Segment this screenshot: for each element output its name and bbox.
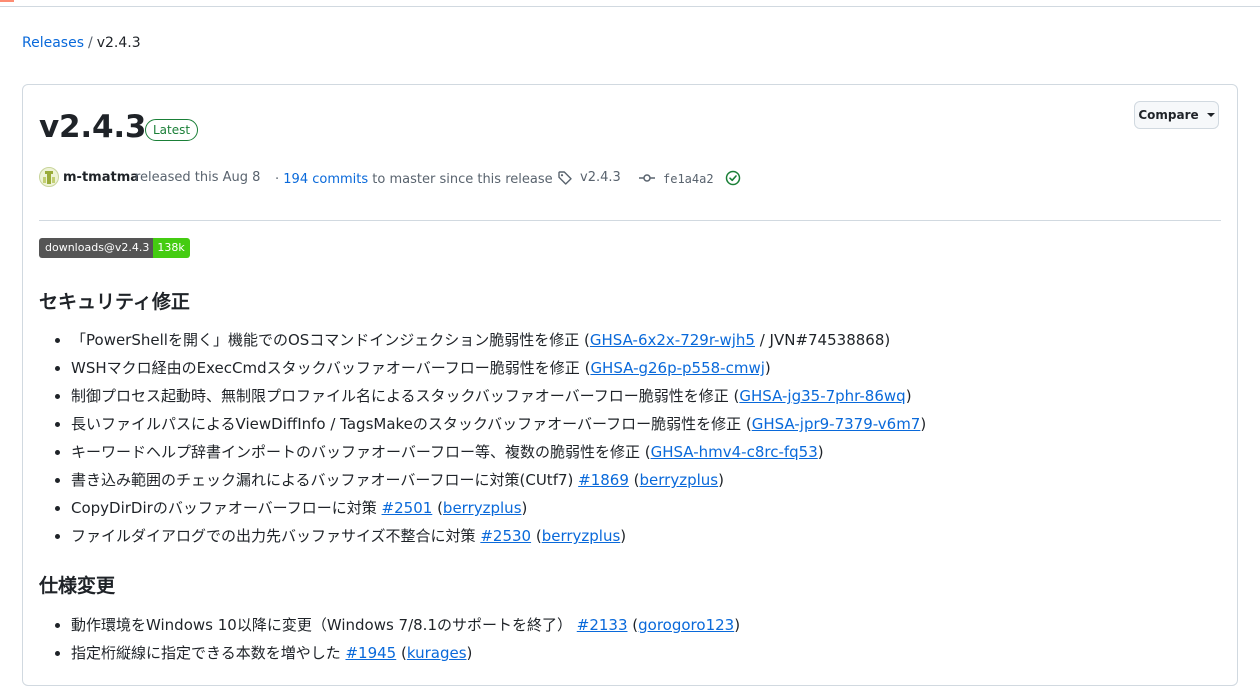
- release-card: v2.4.3 Latest Compare m-tmatma released …: [22, 84, 1238, 686]
- item-text-mid: (: [432, 499, 443, 517]
- divider: [39, 220, 1221, 221]
- item-text-after: ): [466, 644, 473, 662]
- item-text: 「PowerShellを開く」機能でのOSコマンドインジェクション脆弱性を修正 …: [71, 331, 590, 349]
- downloads-badge[interactable]: downloads@v2.4.3 138k: [39, 238, 190, 258]
- item-text: 動作環境をWindows 10以降に変更（Windows 7/8.1のサポートを…: [71, 616, 577, 634]
- latest-badge: Latest: [145, 119, 199, 141]
- check-circle-icon[interactable]: [725, 170, 741, 194]
- pull-request-link[interactable]: #2530: [480, 527, 531, 545]
- item-text-after: ): [734, 616, 741, 634]
- user-link[interactable]: berryzplus: [542, 527, 621, 545]
- author-link[interactable]: m-tmatma: [63, 167, 139, 189]
- pull-request-link[interactable]: #2501: [382, 499, 433, 517]
- list-item: 制御プロセス起動時、無制限プロファイル名によるスタックバッファオーバーフロー脆弱…: [71, 382, 926, 410]
- item-text-mid: (: [396, 644, 407, 662]
- commit-sha-link[interactable]: fe1a4a2: [663, 168, 714, 190]
- item-text: 制御プロセス起動時、無制限プロファイル名によるスタックバッファオーバーフロー脆弱…: [71, 387, 740, 405]
- tag-icon: [557, 170, 573, 194]
- list-item: WSHマクロ経由のExecCmdスタックバッファオーバーフロー脆弱性を修正 (G…: [71, 354, 926, 382]
- user-link[interactable]: kurages: [407, 644, 467, 662]
- breadcrumb-separator: /: [88, 35, 93, 51]
- advisory-link[interactable]: GHSA-jpr9-7379-v6m7: [752, 415, 921, 433]
- pull-request-link[interactable]: #1945: [345, 644, 396, 662]
- item-text: WSHマクロ経由のExecCmdスタックバッファオーバーフロー脆弱性を修正 (: [71, 359, 591, 377]
- breadcrumb: Releases / v2.4.3: [22, 34, 141, 52]
- item-text-mid: (: [628, 471, 640, 489]
- user-link[interactable]: berryzplus: [443, 499, 522, 517]
- commits-since-release: · 194 commits to master since this relea…: [275, 169, 553, 191]
- user-link[interactable]: berryzplus: [640, 471, 719, 489]
- release-meta: m-tmatma released this Aug 8 · 194 commi…: [39, 167, 1219, 191]
- item-text-mid: (: [627, 616, 639, 634]
- item-text: キーワードヘルプ辞書インポートのバッファオーバーフロー等、複数の脆弱性を修正 (: [71, 443, 651, 461]
- list-item: 書き込み範囲のチェック漏れによるバッファオーバーフローに対策(CUtf7) #1…: [71, 466, 926, 494]
- git-commit-icon: [639, 170, 655, 194]
- pull-request-link[interactable]: #2133: [577, 616, 628, 634]
- item-text-after: ): [620, 527, 627, 545]
- item-text: CopyDirDirのバッファオーバーフローに対策: [71, 499, 382, 517]
- list-item: CopyDirDirのバッファオーバーフローに対策 #2501 (berryzp…: [71, 494, 926, 522]
- commits-link[interactable]: 194 commits: [283, 172, 368, 187]
- spec-change-list: 動作環境をWindows 10以降に変更（Windows 7/8.1のサポートを…: [53, 611, 740, 667]
- avatar-image: [43, 171, 55, 184]
- list-item: 動作環境をWindows 10以降に変更（Windows 7/8.1のサポートを…: [71, 611, 740, 639]
- breadcrumb-current: v2.4.3: [96, 35, 141, 51]
- triangle-down-icon: [1206, 113, 1215, 117]
- item-text-after: / JVN#74538868): [754, 331, 891, 349]
- security-fix-list: 「PowerShellを開く」機能でのOSコマンドインジェクション脆弱性を修正 …: [53, 326, 926, 550]
- list-item: 指定桁縦線に指定できる本数を増やした #1945 (kurages): [71, 639, 740, 667]
- list-item: ファイルダイアログでの出力先バッファサイズ不整合に対策 #2530 (berry…: [71, 522, 926, 550]
- item-text: 指定桁縦線に指定できる本数を増やした: [71, 644, 346, 662]
- item-text: ファイルダイアログでの出力先バッファサイズ不整合に対策: [71, 527, 481, 545]
- item-text-after: ): [817, 443, 824, 461]
- item-text-after: ): [764, 359, 771, 377]
- advisory-link[interactable]: GHSA-jg35-7phr-86wq: [739, 387, 905, 405]
- badge-label: downloads@v2.4.3: [39, 238, 154, 258]
- item-text-after: ): [905, 387, 912, 405]
- avatar[interactable]: [39, 167, 59, 187]
- item-text-after: ): [920, 415, 927, 433]
- user-link[interactable]: gorogoro123: [638, 616, 734, 634]
- item-text-after: ): [521, 499, 528, 517]
- item-text: 長いファイルパスによるViewDiffInfo / TagsMakeのスタックバ…: [71, 415, 752, 433]
- section-heading-security: セキュリティ修正: [39, 291, 190, 313]
- section-heading-spec-changes: 仕様変更: [39, 575, 116, 597]
- released-date-text: released this Aug 8: [135, 170, 261, 185]
- release-title[interactable]: v2.4.3: [39, 107, 146, 147]
- item-text-after: ): [718, 471, 724, 489]
- badge-value: 138k: [153, 238, 190, 258]
- item-text: 書き込み範囲のチェック漏れによるバッファオーバーフローに対策(CUtf7): [71, 471, 579, 489]
- advisory-link[interactable]: GHSA-g26p-p558-cmwj: [590, 359, 764, 377]
- list-item: 「PowerShellを開く」機能でのOSコマンドインジェクション脆弱性を修正 …: [71, 326, 926, 354]
- list-item: 長いファイルパスによるViewDiffInfo / TagsMakeのスタックバ…: [71, 410, 926, 438]
- compare-button[interactable]: Compare: [1134, 101, 1219, 129]
- compare-label: Compare: [1138, 108, 1199, 122]
- advisory-link[interactable]: GHSA-6x2x-729r-wjh5: [590, 331, 755, 349]
- tag-link[interactable]: v2.4.3: [580, 167, 621, 189]
- breadcrumb-releases-link[interactable]: Releases: [22, 35, 84, 51]
- list-item: キーワードヘルプ辞書インポートのバッファオーバーフロー等、複数の脆弱性を修正 (…: [71, 438, 926, 466]
- item-text-mid: (: [531, 527, 542, 545]
- meta-dot: ·: [275, 172, 280, 187]
- top-navigation-bar: [0, 0, 1260, 7]
- active-tab-indicator: [0, 0, 14, 2]
- pull-request-link[interactable]: #1869: [578, 471, 629, 489]
- advisory-link[interactable]: GHSA-hmv4-c8rc-fq53: [651, 443, 818, 461]
- commits-suffix: to master since this release: [372, 172, 553, 187]
